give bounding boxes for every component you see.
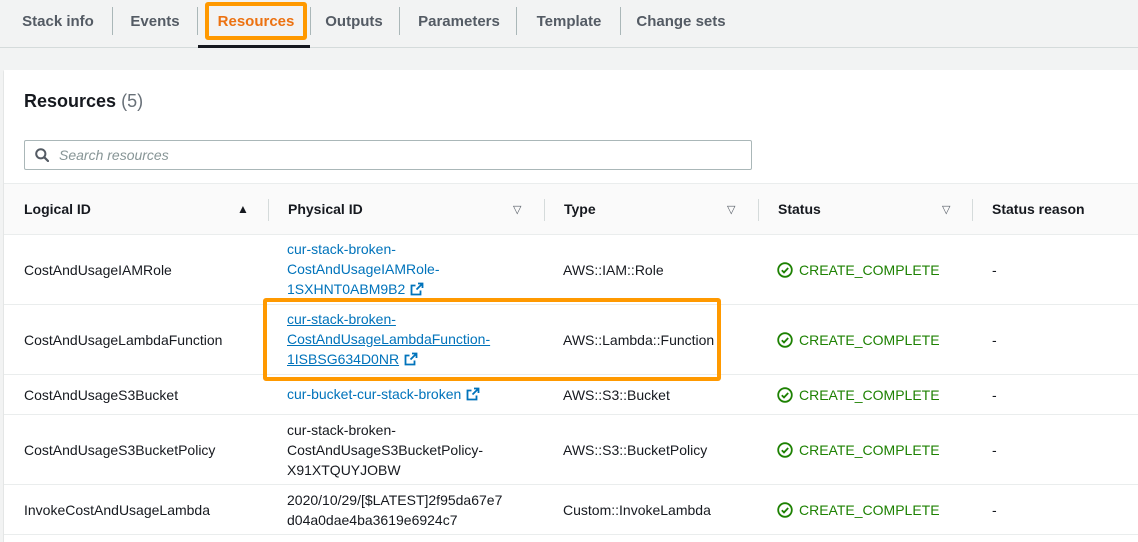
status-text: CREATE_COMPLETE (799, 502, 940, 518)
success-check-icon (777, 442, 793, 458)
type-cell: Custom::InvokeLambda (563, 502, 711, 518)
table-header: Logical ID ▲ Physical ID ▽ Type ▽ Status… (4, 183, 1138, 235)
status-text: CREATE_COMPLETE (799, 262, 940, 278)
success-check-icon (777, 387, 793, 403)
status-reason-cell: - (992, 387, 997, 403)
sort-descending-icon[interactable]: ▽ (942, 184, 950, 234)
physical-id-cell: cur-stack-broken- CostAndUsageIAMRole- 1SX… (287, 235, 440, 305)
status-cell: CREATE_COMPLETE (777, 415, 940, 485)
tab-parameters[interactable]: Parameters (405, 0, 513, 42)
sort-descending-icon[interactable]: ▽ (513, 184, 521, 234)
tab-separator (112, 7, 113, 35)
sort-descending-icon[interactable]: ▽ (727, 184, 735, 234)
search-box[interactable] (24, 140, 752, 170)
type-cell: AWS::S3::BucketPolicy (563, 442, 708, 458)
column-separator (758, 199, 759, 221)
physical-id-link[interactable]: cur-bucket-cur-stack-broken (287, 386, 461, 402)
logical-id-cell: CostAndUsageIAMRole (24, 262, 172, 278)
status-text: CREATE_COMPLETE (799, 332, 940, 348)
column-header-type[interactable]: Type (564, 184, 596, 234)
physical-id-cell: cur-bucket-cur-stack-broken (287, 375, 480, 415)
success-check-icon (777, 502, 793, 518)
lambda-function-highlight-box (263, 298, 721, 381)
tab-bar: Stack info Events Resources Outputs Para… (0, 0, 1138, 48)
physical-id-cell: 2020/10/29/[$LATEST]2f95da67e7 d04a0dae4b… (287, 485, 502, 535)
column-separator (268, 199, 269, 221)
type-cell: AWS::S3::Bucket (563, 387, 670, 403)
physical-id-text: cur-stack-broken- CostAndUsageS3BucketPol… (287, 422, 484, 478)
panel-title-text: Resources (24, 91, 117, 111)
tab-separator (399, 7, 400, 35)
tab-separator (620, 7, 621, 35)
table-row: CostAndUsageS3BucketPolicy cur-stack-bro… (4, 415, 1138, 485)
type-cell: AWS::IAM::Role (563, 262, 664, 278)
status-cell: CREATE_COMPLETE (777, 485, 940, 535)
logical-id-cell: CostAndUsageLambdaFunction (24, 332, 223, 348)
status-cell: CREATE_COMPLETE (777, 305, 940, 375)
table-row: CostAndUsageS3Bucket cur-bucket-cur-stac… (4, 375, 1138, 415)
tab-stack-info[interactable]: Stack info (10, 0, 106, 42)
tab-separator (310, 7, 311, 35)
column-header-physical-id[interactable]: Physical ID (288, 184, 363, 234)
column-header-logical-id[interactable]: Logical ID (24, 184, 91, 234)
status-cell: CREATE_COMPLETE (777, 375, 940, 415)
external-link-icon[interactable] (466, 386, 480, 406)
resource-count: (5) (121, 91, 144, 111)
status-text: CREATE_COMPLETE (799, 387, 940, 403)
status-cell: CREATE_COMPLETE (777, 235, 940, 305)
tab-events[interactable]: Events (118, 0, 192, 42)
resources-tab-highlight-box (205, 2, 307, 40)
tab-template[interactable]: Template (522, 0, 616, 42)
status-reason-cell: - (992, 262, 997, 278)
status-text: CREATE_COMPLETE (799, 442, 940, 458)
logical-id-cell: CostAndUsageS3BucketPolicy (24, 442, 216, 458)
table-row: InvokeCostAndUsageLambda 2020/10/29/[$LA… (4, 485, 1138, 535)
tab-outputs[interactable]: Outputs (316, 0, 392, 42)
tab-separator (197, 7, 198, 35)
tab-change-sets[interactable]: Change sets (626, 0, 736, 42)
column-separator (972, 199, 973, 221)
success-check-icon (777, 262, 793, 278)
status-reason-cell: - (992, 332, 997, 348)
logical-id-cell: CostAndUsageS3Bucket (24, 387, 179, 403)
search-icon (35, 148, 49, 162)
physical-id-text: 2020/10/29/[$LATEST]2f95da67e7 d04a0dae4b… (287, 492, 503, 528)
column-separator (544, 199, 545, 221)
logical-id-cell: InvokeCostAndUsageLambda (24, 502, 211, 518)
table-row: CostAndUsageIAMRole cur-stack-broken- Cos… (4, 235, 1138, 305)
active-tab-indicator (198, 45, 310, 48)
status-reason-cell: - (992, 442, 997, 458)
success-check-icon (777, 332, 793, 348)
sort-ascending-icon[interactable]: ▲ (237, 184, 249, 234)
tab-separator (516, 7, 517, 35)
search-input[interactable] (59, 147, 719, 163)
column-header-status[interactable]: Status (778, 184, 821, 234)
column-header-status-reason[interactable]: Status reason (992, 184, 1085, 234)
status-reason-cell: - (992, 502, 997, 518)
panel-title: Resources (5) (24, 91, 143, 112)
physical-id-cell: cur-stack-broken- CostAndUsageS3BucketPol… (287, 415, 483, 485)
